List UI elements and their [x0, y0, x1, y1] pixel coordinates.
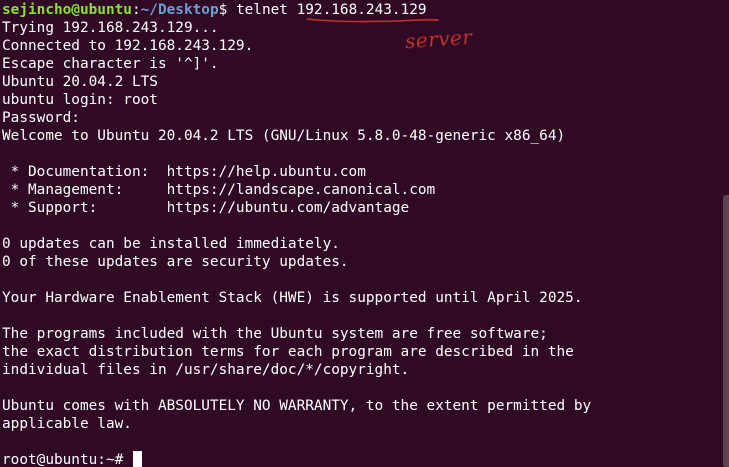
- terminal-window[interactable]: sejincho@ubuntu:~/Desktop$ telnet 192.16…: [0, 0, 729, 467]
- command-text: telnet: [235, 2, 297, 18]
- output-lines: Trying 192.168.243.129... Connected to 19…: [2, 19, 719, 451]
- prompt-separator: :: [131, 2, 141, 18]
- output-line: individual files in /usr/share/doc/*/cop…: [2, 362, 410, 378]
- output-line: applicable law.: [2, 416, 132, 432]
- output-line: * Management: https://landscape.canonica…: [2, 182, 436, 198]
- root-prompt: root@ubuntu:~#: [2, 452, 132, 467]
- output-line: Escape character is '^]'.: [2, 56, 219, 72]
- output-line: The programs included with the Ubuntu sy…: [2, 326, 548, 342]
- output-line: Ubuntu 20.04.2 LTS: [2, 74, 158, 90]
- output-line: Welcome to Ubuntu 20.04.2 LTS (GNU/Linux…: [2, 128, 566, 144]
- output-line: ubuntu login: root: [2, 92, 158, 108]
- terminal-output: sejincho@ubuntu:~/Desktop$ telnet 192.16…: [2, 1, 719, 467]
- red-underline-annotation: [306, 18, 439, 23]
- output-line: Your Hardware Enablement Stack (HWE) is …: [2, 290, 583, 306]
- output-line: Ubuntu comes with ABSOLUTELY NO WARRANTY…: [2, 398, 592, 414]
- prompt-user-host: sejincho@ubuntu: [2, 2, 132, 18]
- output-line: * Documentation: https://help.ubuntu.com: [2, 164, 366, 180]
- server-annotation: server: [404, 24, 474, 54]
- output-line: 0 of these updates are security updates.: [2, 254, 349, 270]
- scrollbar[interactable]: [723, 195, 729, 467]
- output-line: * Support: https://ubuntu.com/advantage: [2, 200, 410, 216]
- output-line: 0 updates can be installed immediately.: [2, 236, 340, 252]
- output-line: the exact distribution terms for each pr…: [2, 344, 574, 360]
- prompt-path: ~/Desktop: [140, 2, 219, 18]
- prompt-dollar: $: [218, 2, 236, 18]
- cursor-block: [132, 451, 142, 467]
- root-prompt-line[interactable]: root@ubuntu:~#: [2, 451, 719, 467]
- output-line: Password:: [2, 110, 80, 126]
- output-line: Connected to 192.168.243.129.: [2, 38, 254, 54]
